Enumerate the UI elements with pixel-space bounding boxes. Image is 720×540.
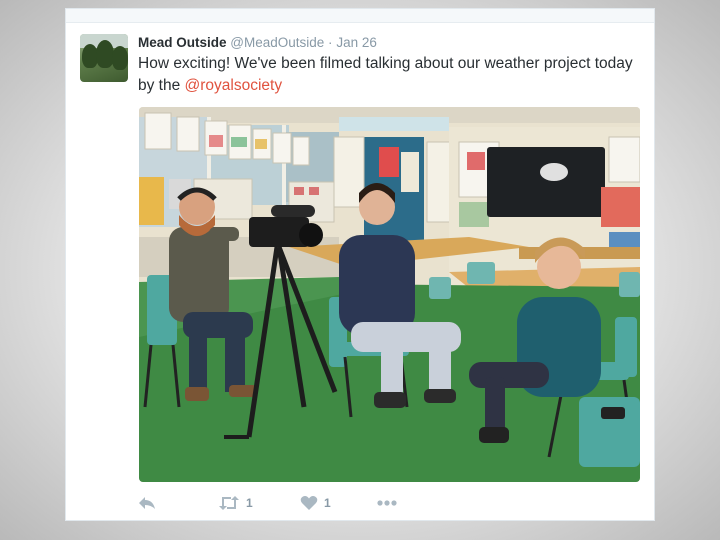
tweet-card: Mead Outside @MeadOutside · Jan 26 How e… bbox=[65, 8, 655, 521]
like-count: 1 bbox=[324, 496, 331, 510]
more-button[interactable] bbox=[376, 493, 398, 513]
heart-icon bbox=[300, 496, 318, 510]
more-icon bbox=[377, 500, 397, 506]
separator-dot: · bbox=[328, 35, 333, 50]
user-handle[interactable]: @MeadOutside bbox=[230, 35, 324, 50]
tweet-header: Mead Outside @MeadOutside · Jan 26 bbox=[138, 35, 377, 50]
tweet-date[interactable]: Jan 26 bbox=[336, 35, 377, 50]
reply-icon bbox=[139, 497, 155, 509]
like-button[interactable]: 1 bbox=[300, 493, 331, 513]
retweet-count: 1 bbox=[246, 496, 253, 510]
retweet-icon bbox=[219, 496, 239, 510]
tweet-photo[interactable] bbox=[139, 107, 640, 482]
retweet-button[interactable]: 1 bbox=[218, 493, 253, 513]
display-name[interactable]: Mead Outside bbox=[138, 35, 227, 50]
reply-button[interactable] bbox=[138, 493, 156, 513]
classroom-filming-photo bbox=[139, 107, 640, 482]
avatar[interactable] bbox=[80, 34, 128, 82]
tweet-text: How exciting! We've been filmed talking … bbox=[138, 53, 638, 96]
mention-link[interactable]: @royalsociety bbox=[185, 77, 283, 94]
tweet-actions: 1 1 bbox=[138, 493, 458, 513]
card-top-strip bbox=[66, 9, 654, 23]
